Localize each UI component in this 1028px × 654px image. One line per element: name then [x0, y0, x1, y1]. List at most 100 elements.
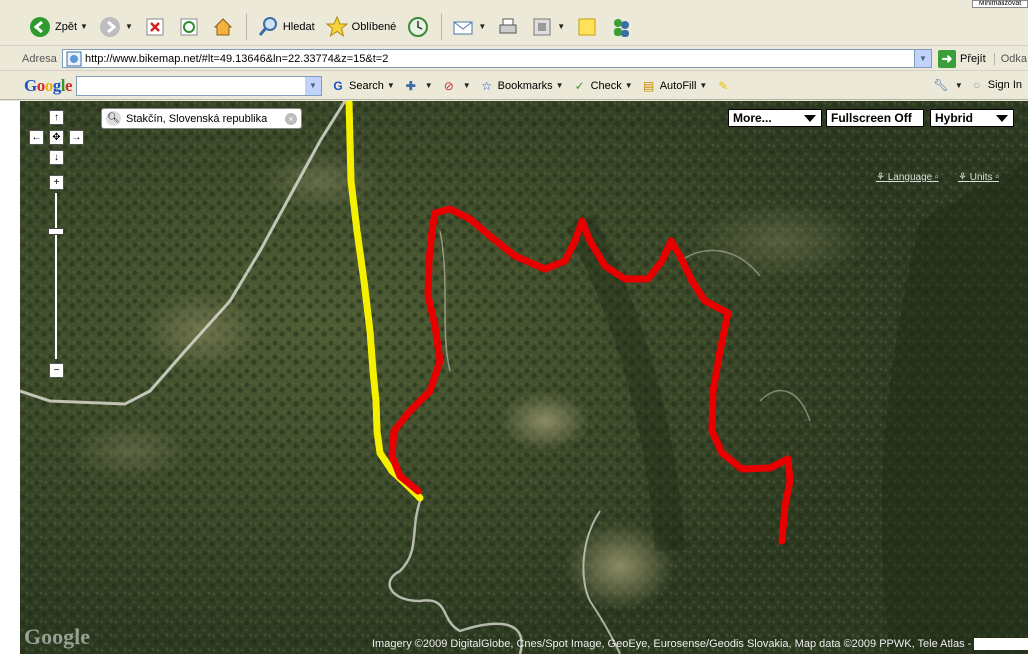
bookmarks-label: Bookmarks [497, 79, 553, 92]
more-dropdown[interactable]: More... [728, 109, 822, 127]
pan-right-button[interactable]: → [69, 130, 84, 145]
minimize-tooltip: Minimalizovat [972, 0, 1028, 8]
autofill-icon: ▤ [643, 78, 655, 93]
mail-dropdown-icon[interactable]: ▼ [478, 22, 486, 31]
location-search-box[interactable]: 🔍︎ Stakčín, Slovenská republika × [101, 108, 302, 129]
home-icon [211, 15, 235, 39]
mail-icon [451, 15, 475, 39]
google-search-button[interactable]: G Search ▼ [330, 78, 395, 94]
edit-page-icon [530, 15, 554, 39]
plus-dropdown-icon[interactable]: ▼ [425, 81, 433, 90]
autofill-label: AutoFill [659, 79, 697, 92]
zoom-slider-track[interactable] [55, 193, 57, 359]
pan-down-button[interactable]: ↓ [49, 150, 64, 165]
language-link[interactable]: ⚘ Language ▫ [876, 172, 939, 183]
notes-button[interactable] [571, 12, 603, 42]
popup-dropdown-icon[interactable]: ▼ [463, 81, 471, 90]
sign-in-icon: ○ [973, 78, 981, 92]
google-toolbar-right: 🔧︎ ▼ ○ Sign In [933, 77, 1022, 93]
map-attribution: Imagery ©2009 DigitalGlobe, Cnes/Spot Im… [372, 638, 1028, 650]
zoom-slider-thumb[interactable] [48, 228, 64, 235]
location-search-text[interactable]: Stakčín, Slovenská republika [126, 113, 286, 125]
address-dropdown-icon[interactable]: ▼ [914, 50, 931, 67]
back-button[interactable]: Zpět ▼ [24, 12, 92, 42]
pan-left-button[interactable]: ← [29, 130, 44, 145]
search-icon [256, 15, 280, 39]
address-label: Adresa [22, 52, 57, 65]
fullscreen-button[interactable]: Fullscreen Off [826, 109, 924, 127]
bookmarks-dropdown-icon[interactable]: ▼ [556, 81, 564, 90]
search-dropdown-icon[interactable]: ▼ [387, 81, 395, 90]
satellite-map[interactable] [20, 101, 1028, 654]
map-type-label: Hybrid [935, 111, 974, 125]
google-search-input[interactable]: ▼ [76, 75, 323, 96]
terms-of-use-link[interactable]: Terms of Use [974, 638, 1028, 650]
page-left-margin [0, 101, 20, 654]
home-button[interactable] [207, 12, 239, 42]
search-button[interactable]: Hledat [252, 12, 319, 42]
check-dropdown-icon[interactable]: ▼ [625, 81, 633, 90]
highlighter-icon: ✎ [718, 78, 729, 93]
edit-button[interactable]: ▼ [526, 12, 569, 42]
edit-dropdown-icon[interactable]: ▼ [557, 22, 565, 31]
bookmarks-button[interactable]: ☆ Bookmarks ▼ [479, 78, 564, 94]
highlighter-button[interactable]: ✎ [715, 78, 734, 94]
back-dropdown-icon[interactable]: ▼ [80, 22, 88, 31]
star-icon [325, 15, 349, 39]
autofill-dropdown-icon[interactable]: ▼ [699, 81, 707, 90]
attribution-text: Imagery ©2009 DigitalGlobe, Cnes/Spot Im… [372, 638, 975, 650]
more-dropdown-icon [804, 115, 816, 122]
spellcheck-button[interactable]: ✓ Check ▼ [572, 78, 633, 94]
browser-toolbar: Zpět ▼ ▼ Hledat Oblíbené ▼ ▼ [0, 8, 1028, 46]
forward-dropdown-icon[interactable]: ▼ [125, 22, 133, 31]
back-label: Zpět [55, 20, 78, 33]
refresh-button[interactable] [173, 12, 205, 42]
google-toolbar-logo[interactable]: Google [24, 76, 73, 96]
back-arrow-icon [28, 15, 52, 39]
links-label[interactable]: Odka [993, 52, 1027, 65]
map-type-dropdown[interactable]: Hybrid [930, 109, 1014, 127]
go-button[interactable]: ➜ Přejít [938, 49, 986, 68]
go-arrow-icon: ➜ [938, 49, 956, 68]
clear-search-icon[interactable]: × [285, 112, 297, 125]
forward-button[interactable]: ▼ [94, 12, 137, 42]
note-icon [575, 15, 599, 39]
forward-arrow-icon [98, 15, 122, 39]
toolbar-separator [245, 13, 247, 40]
bookmark-star-icon: ☆ [481, 78, 493, 93]
popup-blocker-icon: ⊘ [443, 78, 454, 93]
wrench-icon[interactable]: 🔧︎ [933, 77, 949, 93]
google-plus-button[interactable]: ✚ ▼ [403, 78, 433, 94]
history-icon [406, 15, 430, 39]
autofill-button[interactable]: ▤ AutoFill ▼ [641, 78, 707, 94]
search-magnifier-icon: 🔍︎ [106, 111, 121, 126]
google-map-logo[interactable]: Google [24, 624, 90, 650]
spellcheck-icon: ✓ [574, 78, 585, 93]
url-text[interactable]: http://www.bikemap.net/#lt=49.13646&ln=2… [85, 53, 914, 65]
history-button[interactable] [402, 12, 434, 42]
sign-in-link[interactable]: Sign In [988, 79, 1022, 91]
zoom-in-button[interactable]: + [49, 175, 64, 190]
mail-button[interactable]: ▼ [447, 12, 490, 42]
google-search-dropdown-icon[interactable]: ▼ [305, 76, 322, 95]
go-label: Přejít [960, 52, 986, 65]
page-icon [66, 51, 82, 67]
map-type-dropdown-icon [996, 115, 1008, 122]
check-label: Check [590, 79, 622, 92]
pan-center-button[interactable]: ✥ [49, 130, 64, 145]
zoom-out-button[interactable]: − [49, 363, 64, 378]
refresh-icon [177, 15, 201, 39]
print-button[interactable] [492, 12, 524, 42]
messenger-button[interactable] [605, 12, 637, 42]
stop-button[interactable] [139, 12, 171, 42]
google-g-icon: G [333, 78, 343, 93]
more-label: More... [733, 111, 772, 125]
address-input[interactable]: http://www.bikemap.net/#lt=49.13646&ln=2… [62, 49, 932, 68]
pan-up-button[interactable]: ↑ [49, 110, 64, 125]
popup-blocker-button[interactable]: ⊘ ▼ [441, 78, 471, 94]
favorites-button[interactable]: Oblíbené [321, 12, 401, 42]
units-link[interactable]: ⚘ Units ▫ [958, 172, 999, 183]
favorites-label: Oblíbené [351, 20, 397, 33]
settings-dropdown-icon[interactable]: ▼ [955, 81, 963, 90]
window-top-strip [0, 0, 1028, 8]
